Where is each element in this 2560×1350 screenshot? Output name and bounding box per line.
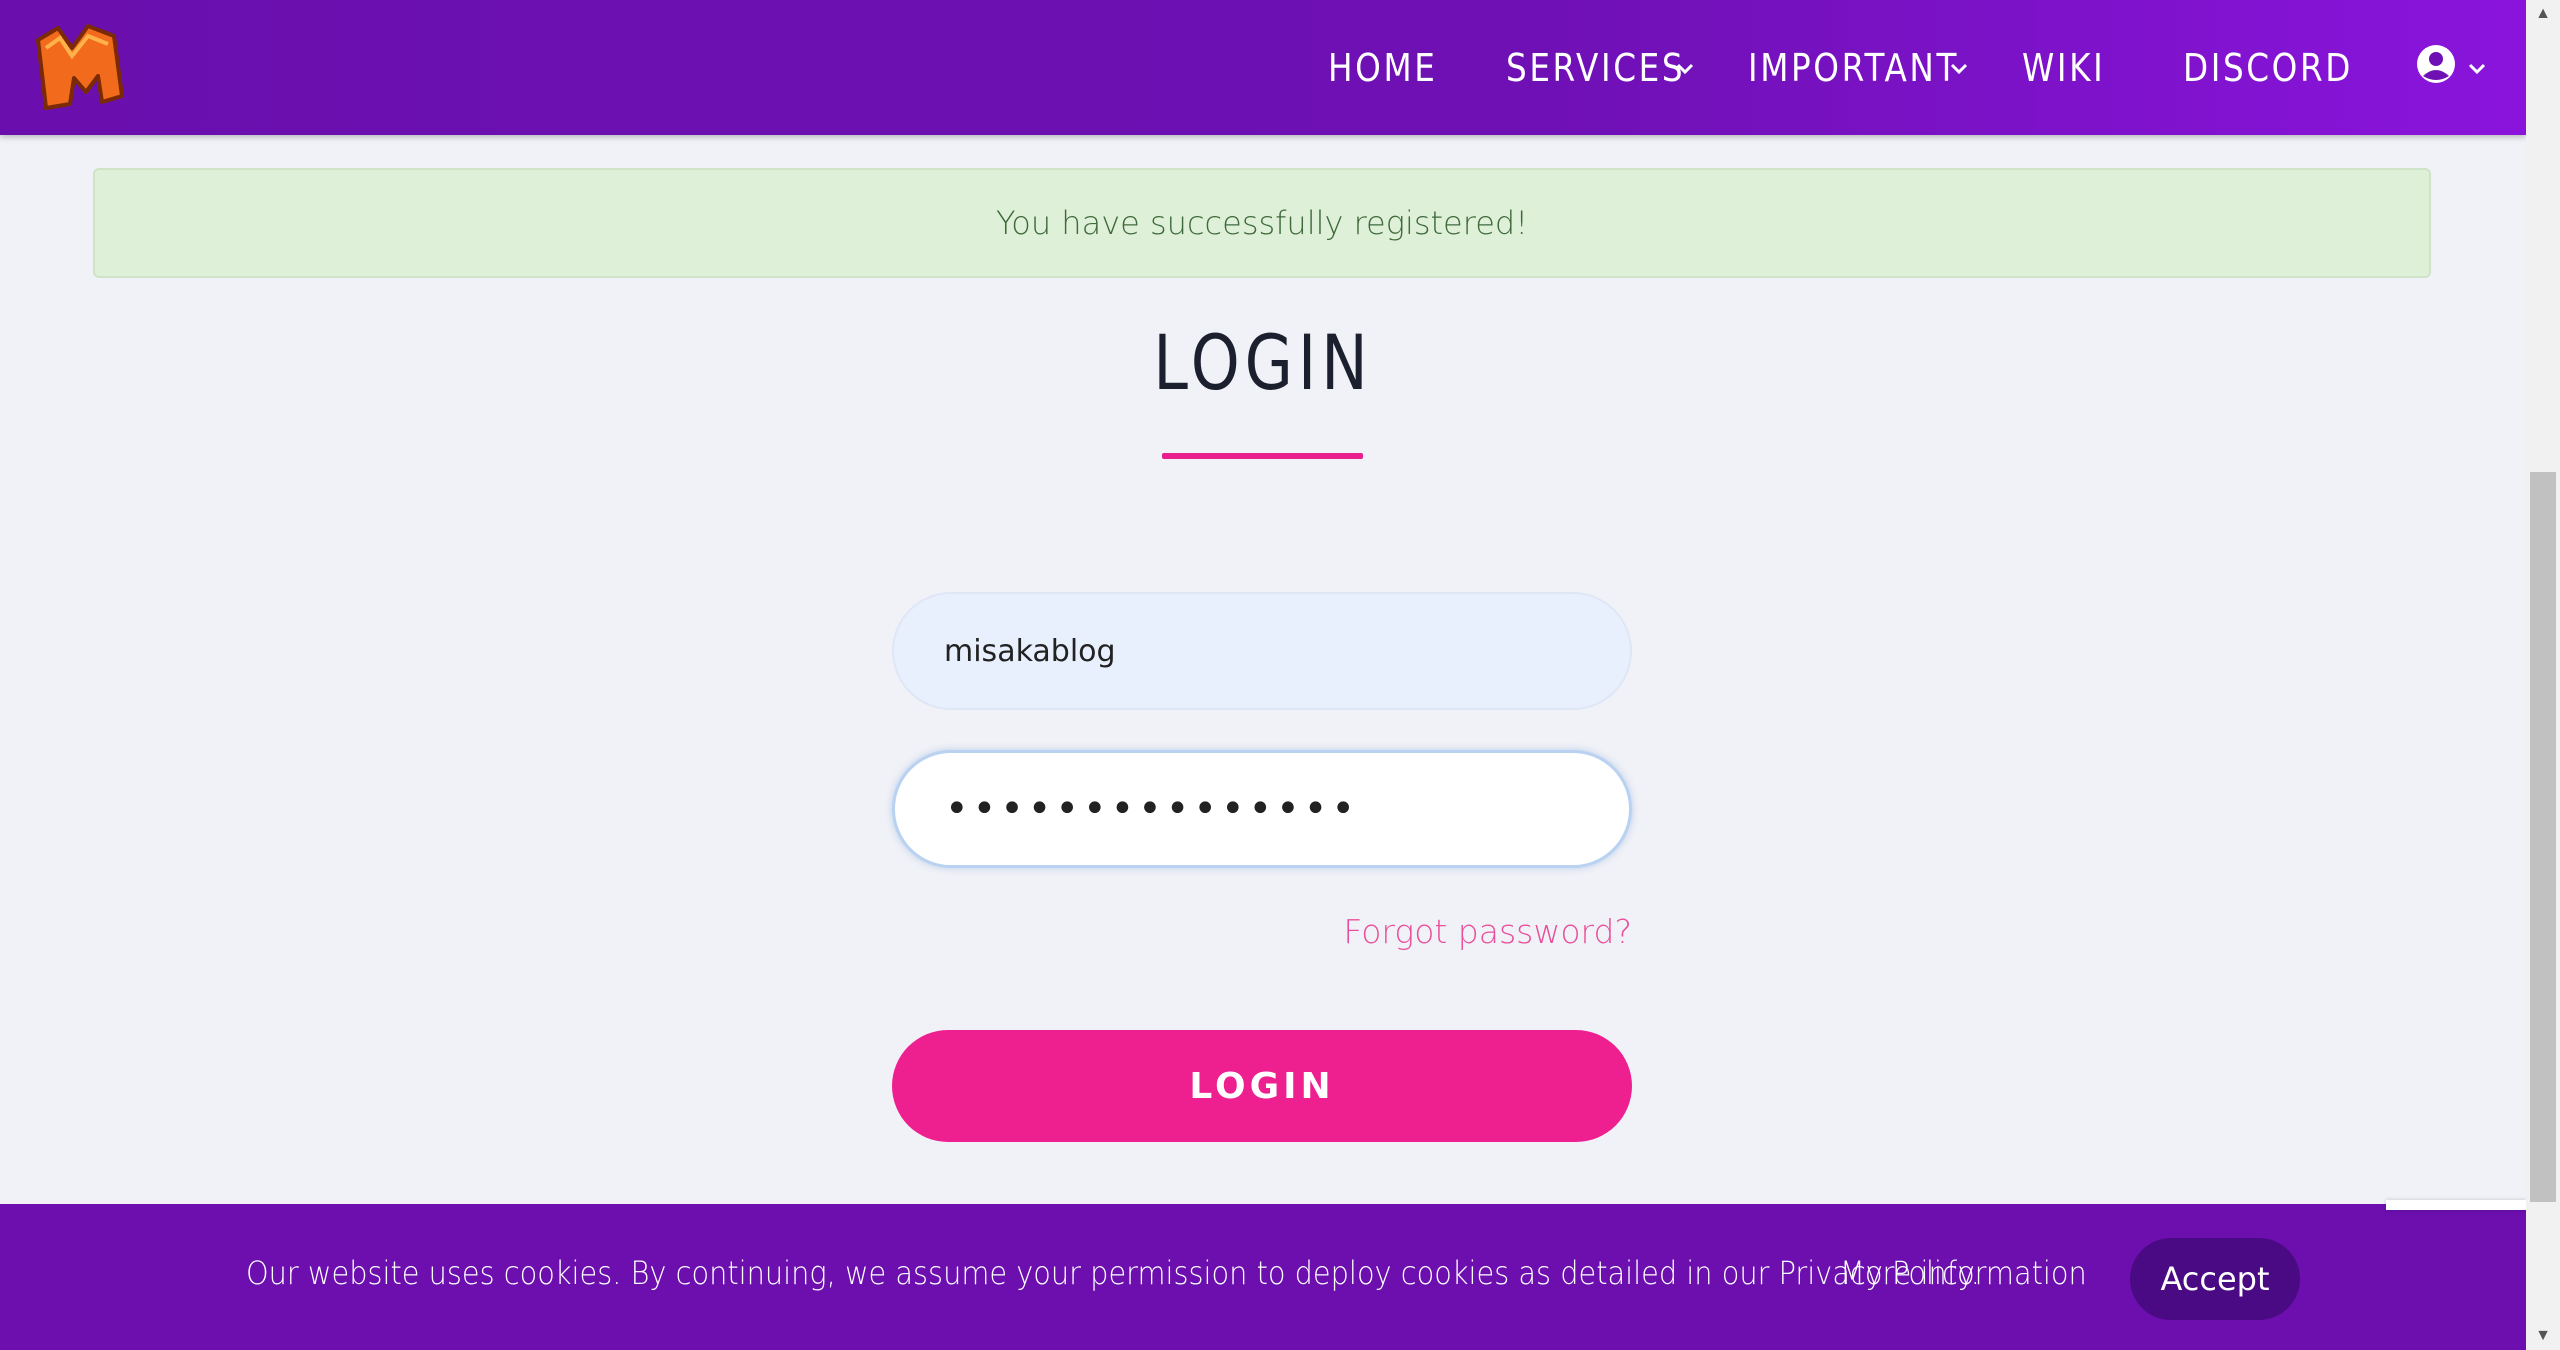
nav-discord[interactable]: DISCORD (2183, 40, 2353, 96)
success-alert: You have successfully registered! (93, 168, 2431, 278)
cookie-banner: Our website uses cookies. By continuing,… (0, 1204, 2526, 1350)
user-circle-icon[interactable] (2416, 44, 2456, 84)
top-navbar: HOME SERVICES IMPORTANT WIKI DISCORD (0, 0, 2526, 135)
username-field[interactable] (892, 592, 1632, 710)
recaptcha-badge[interactable] (2386, 1200, 2526, 1210)
page-title: LOGIN (1153, 318, 1373, 407)
chevron-down-icon[interactable] (1948, 58, 1970, 80)
chevron-down-icon[interactable] (1674, 58, 1696, 80)
logo-icon[interactable] (32, 18, 128, 112)
page-scrollbar[interactable]: ▲ ▼ (2526, 0, 2560, 1350)
scroll-down-arrow-icon[interactable]: ▼ (2526, 1322, 2560, 1350)
nav-wiki[interactable]: WIKI (2022, 40, 2105, 96)
chevron-down-icon[interactable] (2466, 58, 2488, 80)
scrollbar-thumb[interactable] (2530, 472, 2556, 1202)
forgot-password-link[interactable]: Forgot password? (1343, 912, 1632, 951)
title-underline (1162, 453, 1363, 459)
cookie-text: Our website uses cookies. By continuing,… (246, 1254, 1980, 1292)
nav-services[interactable]: SERVICES (1506, 40, 1685, 96)
nav-home[interactable]: HOME (1328, 40, 1437, 96)
scroll-up-arrow-icon[interactable]: ▲ (2526, 0, 2560, 28)
login-button[interactable]: LOGIN (892, 1030, 1632, 1142)
password-field[interactable] (892, 750, 1632, 868)
accept-cookies-button[interactable]: Accept (2130, 1238, 2300, 1320)
nav-important[interactable]: IMPORTANT (1748, 40, 1959, 96)
more-information-link[interactable]: More information (1840, 1254, 2087, 1292)
